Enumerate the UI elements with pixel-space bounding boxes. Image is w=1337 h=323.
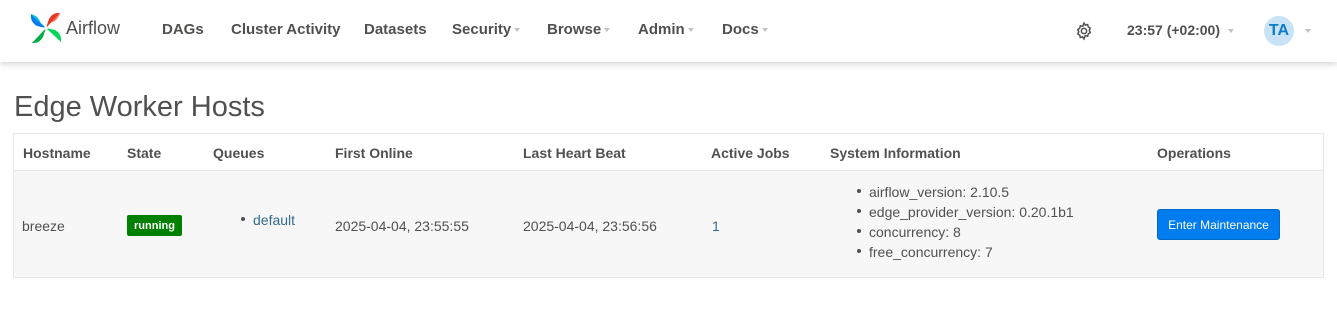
nav-security-dropdown[interactable]: Security <box>452 21 521 38</box>
list-item: concurrency: 8 <box>857 222 1074 242</box>
bullet-icon <box>857 209 861 214</box>
brand-logo-link[interactable]: Airflow <box>28 10 120 50</box>
col-first-online: First Online <box>335 145 413 161</box>
col-queues: Queues <box>213 145 265 161</box>
system-information-list: airflow_version: 2.10.5 edge_provider_ve… <box>857 182 1074 262</box>
bullet-icon <box>857 229 861 234</box>
status-badge: running <box>127 215 182 236</box>
first-online-cell: 2025-04-04, 23:55:55 <box>335 218 469 234</box>
list-item: edge_provider_version: 0.20.1b1 <box>857 202 1074 222</box>
caret-down-icon[interactable] <box>1305 29 1311 33</box>
timezone-dropdown[interactable]: 23:57 (+02:00) <box>1127 22 1235 38</box>
caret-down-icon <box>514 28 521 33</box>
enter-maintenance-button[interactable]: Enter Maintenance <box>1157 209 1280 240</box>
nav-docs-label: Docs <box>722 21 759 38</box>
last-heart-beat-cell: 2025-04-04, 23:56:56 <box>523 218 657 234</box>
top-navbar: Airflow DAGs Cluster Activity Datasets S… <box>0 0 1337 62</box>
bullet-icon <box>241 217 245 222</box>
table-header: Hostname State Queues First Online Last … <box>14 134 1323 171</box>
col-operations: Operations <box>1157 145 1231 161</box>
airflow-logo-icon <box>30 12 62 44</box>
caret-down-icon <box>1228 29 1235 34</box>
nav-cluster-activity[interactable]: Cluster Activity <box>231 21 340 38</box>
sys-info-edge-provider-version: edge_provider_version: 0.20.1b1 <box>869 204 1074 220</box>
col-system-information: System Information <box>830 145 961 161</box>
nav-admin-label: Admin <box>638 21 685 38</box>
table-row: breeze running default 2025-04-04, 23:55… <box>14 171 1323 277</box>
bullet-icon <box>857 189 861 194</box>
queue-name: default <box>253 212 296 228</box>
col-active-jobs: Active Jobs <box>711 145 790 161</box>
nav-dags-label: DAGs <box>162 21 204 38</box>
queue-link[interactable]: default <box>241 212 295 228</box>
page-title: Edge Worker Hosts <box>14 91 265 123</box>
nav-docs-dropdown[interactable]: Docs <box>722 21 768 38</box>
nav-dags[interactable]: DAGs <box>162 21 204 38</box>
list-item: airflow_version: 2.10.5 <box>857 182 1074 202</box>
nav-browse-dropdown[interactable]: Browse <box>547 21 611 38</box>
edge-workers-table: Hostname State Queues First Online Last … <box>13 133 1324 278</box>
col-hostname: Hostname <box>23 145 91 161</box>
brand-name: Airflow <box>66 18 121 38</box>
nav-cluster-activity-label: Cluster Activity <box>231 21 341 38</box>
caret-down-icon <box>687 28 694 33</box>
col-state: State <box>127 145 162 161</box>
avatar-initials: TA <box>1268 22 1290 39</box>
sys-info-airflow-version: airflow_version: 2.10.5 <box>869 184 1010 200</box>
hostname-cell: breeze <box>22 218 65 234</box>
caret-down-icon <box>604 28 611 33</box>
nav-browse-label: Browse <box>547 21 602 38</box>
current-time: 23:57 (+02:00) <box>1127 22 1221 38</box>
nav-datasets[interactable]: Datasets <box>364 21 427 38</box>
active-jobs-link[interactable]: 1 <box>712 218 720 234</box>
user-avatar[interactable]: TA <box>1264 16 1294 46</box>
nav-datasets-label: Datasets <box>364 21 427 38</box>
gear-icon[interactable] <box>1074 21 1094 41</box>
sys-info-free-concurrency: free_concurrency: 7 <box>869 244 993 260</box>
nav-admin-dropdown[interactable]: Admin <box>638 21 694 38</box>
nav-security-label: Security <box>452 21 512 38</box>
list-item: free_concurrency: 7 <box>857 242 1074 262</box>
sys-info-concurrency: concurrency: 8 <box>869 224 961 240</box>
bullet-icon <box>857 249 861 254</box>
caret-down-icon <box>761 28 768 33</box>
col-last-heart-beat: Last Heart Beat <box>523 145 626 161</box>
